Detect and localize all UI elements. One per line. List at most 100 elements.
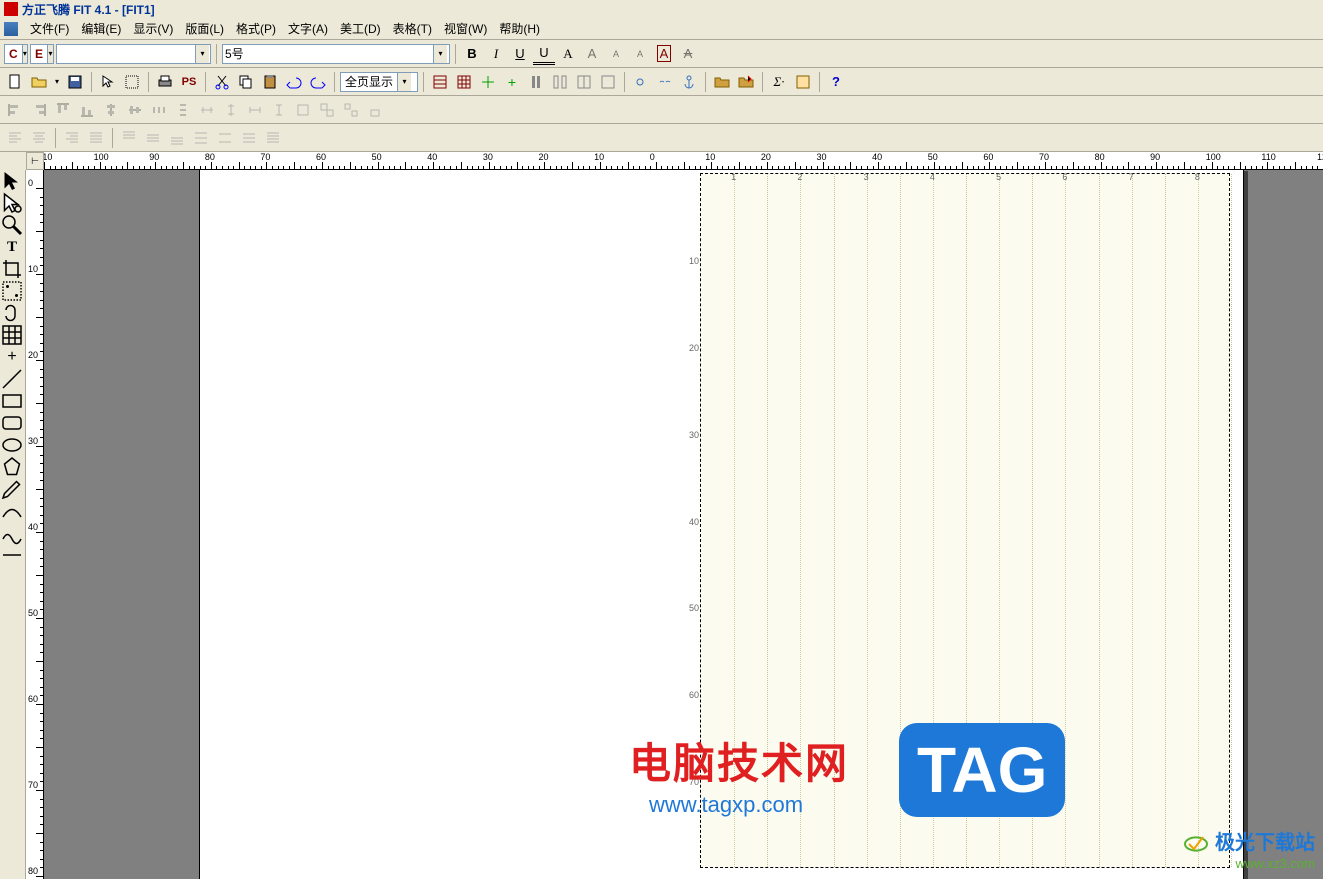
para-right-button[interactable] xyxy=(61,127,83,149)
ellipse-tool[interactable] xyxy=(0,434,24,456)
bold-button[interactable]: B xyxy=(461,43,483,65)
snap-button[interactable]: + xyxy=(501,71,523,93)
align-top-button[interactable] xyxy=(52,99,74,121)
direct-selection-tool[interactable] xyxy=(0,192,24,214)
para-justify-button[interactable] xyxy=(85,127,107,149)
menu-file[interactable]: 文件(F) xyxy=(24,18,75,39)
para-7-button[interactable] xyxy=(262,127,284,149)
vertical-ruler[interactable]: 01020304050607080 xyxy=(26,170,44,879)
add-anchor-tool[interactable]: + xyxy=(0,346,24,368)
menu-view[interactable]: 显示(V) xyxy=(127,18,179,39)
frame-tool[interactable] xyxy=(0,280,24,302)
print-button[interactable] xyxy=(154,71,176,93)
col3-button[interactable] xyxy=(573,71,595,93)
menu-table[interactable]: 表格(T) xyxy=(387,18,438,39)
link-tool[interactable] xyxy=(0,302,24,324)
ruler-corner[interactable]: ⊢ xyxy=(26,152,44,170)
double-underline-button[interactable]: U xyxy=(533,43,555,65)
text-tool[interactable]: T xyxy=(0,236,24,258)
folder1-button[interactable] xyxy=(711,71,733,93)
align-vcenter-button[interactable] xyxy=(124,99,146,121)
guides-button[interactable] xyxy=(477,71,499,93)
size-dropdown[interactable]: ▾ xyxy=(222,44,450,64)
size-input[interactable] xyxy=(223,45,433,63)
lock-button[interactable] xyxy=(364,99,386,121)
italic-button[interactable]: I xyxy=(485,43,507,65)
grid1-button[interactable] xyxy=(429,71,451,93)
new-button[interactable] xyxy=(4,71,26,93)
para-center-button[interactable] xyxy=(28,127,50,149)
c-dropdown[interactable]: C ▾ xyxy=(4,44,28,64)
open-dropdown[interactable]: ▾ xyxy=(52,71,62,93)
para-6-button[interactable] xyxy=(238,127,260,149)
ungroup-button[interactable] xyxy=(340,99,362,121)
bezier-tool[interactable] xyxy=(0,500,24,522)
shadow-text-button[interactable]: A xyxy=(581,43,603,65)
grid-tool[interactable] xyxy=(0,324,24,346)
dist-v-button[interactable] xyxy=(172,99,194,121)
strike-button[interactable]: A xyxy=(677,43,699,65)
direct-select-button[interactable] xyxy=(97,71,119,93)
font-input[interactable] xyxy=(57,45,195,63)
redo-button[interactable] xyxy=(307,71,329,93)
menu-window[interactable]: 视窗(W) xyxy=(438,18,493,39)
ps-button[interactable]: PS xyxy=(178,71,200,93)
para-vmid-button[interactable] xyxy=(142,127,164,149)
line-tool[interactable] xyxy=(0,368,24,390)
horizontal-ruler[interactable]: 1101009080706050403020100102030405060708… xyxy=(44,152,1323,170)
canvas-area[interactable]: 1234567810203040506070 电脑技术网 www.tagxp.c… xyxy=(44,170,1323,879)
zoom-tool[interactable] xyxy=(0,214,24,236)
text-frame-button[interactable] xyxy=(121,71,143,93)
hline-tool[interactable] xyxy=(0,544,24,566)
menu-edit[interactable]: 编辑(E) xyxy=(75,18,127,39)
unlink-button[interactable] xyxy=(654,71,676,93)
col4-button[interactable] xyxy=(597,71,619,93)
para-left-button[interactable] xyxy=(4,127,26,149)
same-height-button[interactable] xyxy=(268,99,290,121)
script-button[interactable] xyxy=(792,71,814,93)
col2-button[interactable] xyxy=(549,71,571,93)
copy-button[interactable] xyxy=(235,71,257,93)
menu-text[interactable]: 文字(A) xyxy=(282,18,334,39)
crop-tool[interactable] xyxy=(0,258,24,280)
menu-format[interactable]: 格式(P) xyxy=(230,18,282,39)
boxed-text-button[interactable]: A xyxy=(653,43,675,65)
text-color-button[interactable]: A xyxy=(557,43,579,65)
subscript-button[interactable]: A xyxy=(629,43,651,65)
para-dist-button[interactable] xyxy=(190,127,212,149)
align-bottom-button[interactable] xyxy=(76,99,98,121)
e-dropdown[interactable]: E ▾ xyxy=(30,44,54,64)
polygon-tool[interactable] xyxy=(0,456,24,478)
link-button[interactable] xyxy=(630,71,652,93)
same-size-button[interactable] xyxy=(292,99,314,121)
formula-button[interactable]: Σ· xyxy=(768,71,790,93)
superscript-button[interactable]: A xyxy=(605,43,627,65)
pen-tool[interactable] xyxy=(0,478,24,500)
align-left-button[interactable] xyxy=(4,99,26,121)
rounded-rect-tool[interactable] xyxy=(0,412,24,434)
rectangle-tool[interactable] xyxy=(0,390,24,412)
dist-h-button[interactable] xyxy=(148,99,170,121)
undo-button[interactable] xyxy=(283,71,305,93)
grid2-button[interactable] xyxy=(453,71,475,93)
menu-help[interactable]: 帮助(H) xyxy=(493,18,546,39)
para-top-button[interactable] xyxy=(118,127,140,149)
align-right-button[interactable] xyxy=(28,99,50,121)
align-hcenter-button[interactable] xyxy=(100,99,122,121)
dist-v2-button[interactable] xyxy=(220,99,242,121)
para-5-button[interactable] xyxy=(214,127,236,149)
freehand-tool[interactable] xyxy=(0,522,24,544)
menu-layout[interactable]: 版面(L) xyxy=(179,18,230,39)
open-button[interactable] xyxy=(28,71,50,93)
paste-button[interactable] xyxy=(259,71,281,93)
font-dropdown[interactable]: ▾ xyxy=(56,44,211,64)
same-width-button[interactable] xyxy=(244,99,266,121)
group-button[interactable] xyxy=(316,99,338,121)
selection-tool[interactable] xyxy=(0,170,24,192)
dist-h2-button[interactable] xyxy=(196,99,218,121)
col1-button[interactable] xyxy=(525,71,547,93)
zoom-dropdown[interactable]: 全页显示 ▾ xyxy=(340,72,418,92)
underline-button[interactable]: U xyxy=(509,43,531,65)
cut-button[interactable] xyxy=(211,71,233,93)
anchor-button[interactable] xyxy=(678,71,700,93)
